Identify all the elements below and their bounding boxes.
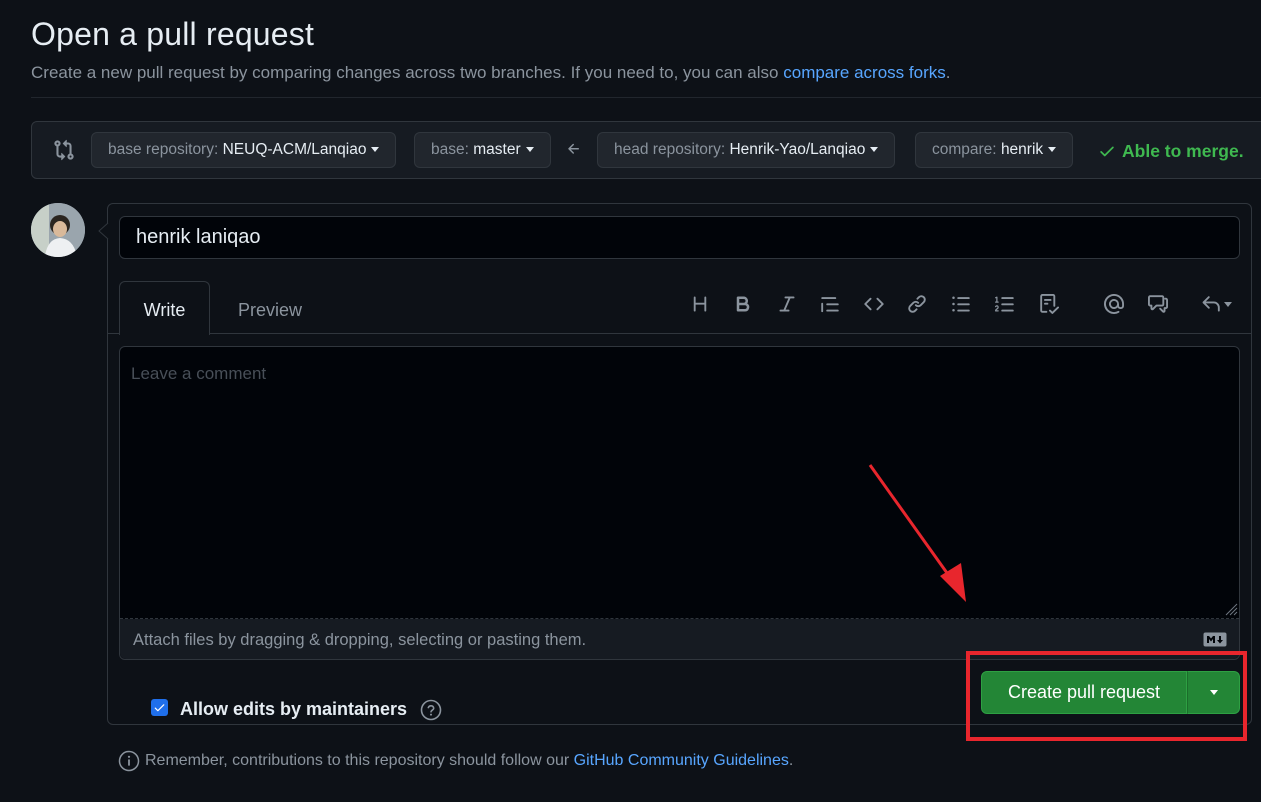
- check-icon: [1100, 146, 1114, 157]
- head-repository-value: Henrik-Yao/Lanqiao: [729, 141, 866, 158]
- base-branch-value: master: [473, 141, 521, 158]
- base-repository-label: base repository:: [108, 141, 219, 158]
- merge-status: Able to merge.: [1098, 141, 1244, 162]
- reply-icon[interactable]: [1196, 291, 1236, 317]
- caret-down-icon: [870, 147, 879, 152]
- pr-title-input[interactable]: henrik laniqao: [119, 216, 1240, 259]
- community-guidelines-link[interactable]: GitHub Community Guidelines: [574, 752, 789, 769]
- attach-files-text: Attach files by dragging & dropping, sel…: [133, 631, 587, 649]
- page-subtitle: Create a new pull request by comparing c…: [31, 63, 950, 83]
- link-icon[interactable]: [904, 291, 930, 317]
- allow-edits-label[interactable]: Allow edits by maintainers: [180, 699, 407, 720]
- code-icon[interactable]: [861, 291, 887, 317]
- numbered-list-icon[interactable]: [992, 291, 1018, 317]
- arrow-annotation-icon: [868, 464, 966, 602]
- subtitle-text: Create a new pull request by comparing c…: [31, 63, 779, 82]
- avatar[interactable]: [31, 203, 85, 257]
- head-repository-select[interactable]: head repository: Henrik-Yao/Lanqiao: [597, 132, 896, 168]
- bulleted-list-icon[interactable]: [948, 291, 974, 317]
- checkmark-icon: [154, 704, 165, 712]
- page-title: Open a pull request: [31, 16, 315, 52]
- header-divider: [31, 97, 1261, 98]
- head-repository-label: head repository:: [614, 141, 726, 158]
- base-branch-label: base:: [431, 141, 469, 158]
- git-compare-icon: [54, 139, 74, 161]
- markdown-icon[interactable]: [1203, 632, 1227, 647]
- task-list-icon[interactable]: [1036, 291, 1062, 317]
- info-icon: [118, 750, 140, 772]
- guidelines-note-suffix: .: [788, 752, 794, 769]
- resize-grip-icon[interactable]: [1222, 600, 1238, 616]
- caret-down-icon: [525, 147, 534, 152]
- caret-down-icon: [1223, 301, 1232, 307]
- heading-icon[interactable]: [687, 291, 713, 317]
- caret-down-icon: [1048, 147, 1057, 152]
- compare-branch-value: henrik: [1000, 141, 1044, 158]
- compare-branch-label: compare:: [932, 141, 997, 158]
- bold-icon[interactable]: [730, 291, 756, 317]
- arrow-left-icon: [568, 143, 579, 154]
- compare-across-forks-link[interactable]: compare across forks: [783, 63, 946, 82]
- compare-branch-select[interactable]: compare: henrik: [915, 132, 1074, 168]
- avatar-image: [31, 203, 85, 257]
- subtitle-suffix: .: [945, 63, 951, 82]
- italic-icon[interactable]: [774, 291, 800, 317]
- question-icon[interactable]: [420, 699, 442, 721]
- comment-textarea[interactable]: [119, 346, 1240, 660]
- tab-write[interactable]: Write: [119, 281, 210, 335]
- base-repository-select[interactable]: base repository: NEUQ-ACM/Lanqiao: [91, 132, 397, 168]
- form-pointer: [98, 223, 109, 239]
- tab-preview[interactable]: Preview: [222, 281, 318, 335]
- base-branch-select[interactable]: base: master: [414, 132, 551, 168]
- caret-down-icon: [371, 147, 380, 152]
- quote-icon[interactable]: [817, 291, 843, 317]
- guidelines-note: Remember, contributions to this reposito…: [145, 752, 793, 770]
- base-repository-value: NEUQ-ACM/Lanqiao: [222, 141, 367, 158]
- guidelines-note-text: Remember, contributions to this reposito…: [145, 752, 570, 769]
- highlight-annotation: [966, 651, 1247, 741]
- cross-reference-icon[interactable]: [1145, 291, 1171, 317]
- allow-edits-checkbox[interactable]: [151, 699, 168, 716]
- merge-status-text: Able to merge.: [1122, 141, 1244, 161]
- comment-placeholder: Leave a comment: [131, 364, 267, 383]
- mention-icon[interactable]: [1101, 291, 1127, 317]
